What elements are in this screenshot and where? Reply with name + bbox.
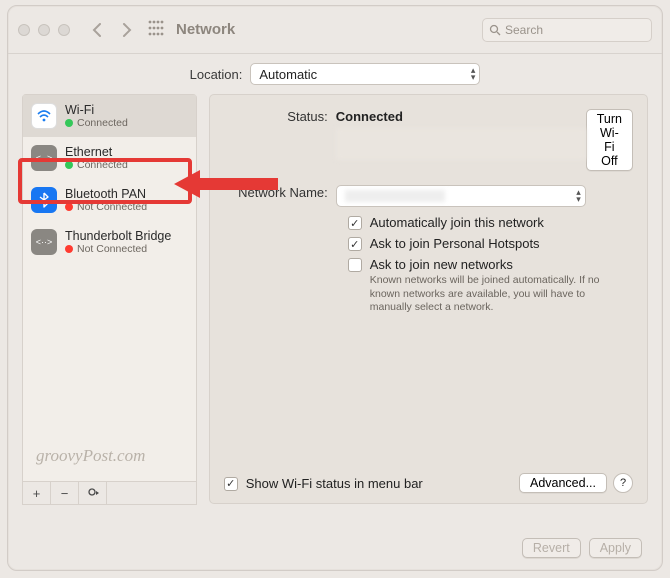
window-title: Network xyxy=(176,21,235,38)
preferences-window: Network Search Location: Automatic ▴▾ Wi… xyxy=(7,5,663,571)
search-icon xyxy=(489,24,501,36)
sidebar-item-thunderbolt-bridge[interactable]: <··> Thunderbolt Bridge Not Connected xyxy=(23,221,196,263)
content-pane: Status: Connected Turn Wi-Fi Off Network… xyxy=(209,94,648,504)
close-window-button[interactable] xyxy=(18,24,30,36)
advanced-button[interactable]: Advanced... xyxy=(519,473,607,493)
status-label: Status: xyxy=(224,109,336,124)
interface-sidebar: Wi-Fi Connected <··> Ethernet Connected xyxy=(22,94,197,482)
sidebar-item-label: Bluetooth PAN xyxy=(65,187,147,201)
minimize-window-button[interactable] xyxy=(38,24,50,36)
chevron-updown-icon: ▴▾ xyxy=(471,67,476,81)
location-row: Location: Automatic ▴▾ xyxy=(8,54,662,94)
sidebar-item-wifi[interactable]: Wi-Fi Connected xyxy=(23,95,196,137)
location-label: Location: xyxy=(190,67,243,82)
forward-button[interactable] xyxy=(114,17,140,43)
location-value: Automatic xyxy=(259,67,317,82)
watermark: groovyPost.com xyxy=(36,446,145,466)
chevron-updown-icon: ▴▾ xyxy=(576,189,581,203)
network-name-label: Network Name: xyxy=(224,185,336,200)
svg-text:<··>: <··> xyxy=(36,153,52,163)
show-all-icon[interactable] xyxy=(148,20,164,39)
interface-actions-menu[interactable] xyxy=(79,482,107,504)
sidebar-item-label: Ethernet xyxy=(65,145,128,159)
checkbox-auto-join[interactable] xyxy=(348,216,362,230)
checkbox-ask-hotspots[interactable] xyxy=(348,237,362,251)
sidebar-item-label: Thunderbolt Bridge xyxy=(65,229,171,243)
location-select[interactable]: Automatic ▴▾ xyxy=(250,63,480,85)
turn-wifi-off-button[interactable]: Turn Wi-Fi Off xyxy=(586,109,633,171)
help-button[interactable]: ? xyxy=(613,473,633,493)
status-value: Connected xyxy=(336,109,403,124)
ethernet-icon: <··> xyxy=(31,145,57,171)
status-dot xyxy=(65,245,73,253)
sidebar-item-ethernet[interactable]: <··> Ethernet Connected xyxy=(23,137,196,179)
sidebar-item-bluetooth-pan[interactable]: Bluetooth PAN Not Connected xyxy=(23,179,196,221)
svg-text:<··>: <··> xyxy=(36,237,52,247)
wifi-icon xyxy=(31,103,57,129)
status-dot xyxy=(65,203,73,211)
checkbox-show-menubar[interactable] xyxy=(224,477,238,491)
ask-new-help-text: Known networks will be joined automatica… xyxy=(370,274,630,315)
ask-hotspots-checkbox-row[interactable]: Ask to join Personal Hotspots xyxy=(348,236,633,251)
status-dot xyxy=(65,119,73,127)
network-name-redacted xyxy=(345,190,445,202)
search-placeholder: Search xyxy=(505,23,543,37)
checkbox-ask-new[interactable] xyxy=(348,258,362,272)
show-menubar-label: Show Wi-Fi status in menu bar xyxy=(246,476,519,491)
add-interface-button[interactable]: + xyxy=(23,482,51,504)
titlebar: Network Search xyxy=(8,6,662,54)
sidebar-item-label: Wi-Fi xyxy=(65,103,128,117)
sidebar-toolbar: + − xyxy=(22,481,197,505)
remove-interface-button[interactable]: − xyxy=(51,482,79,504)
zoom-window-button[interactable] xyxy=(58,24,70,36)
bluetooth-icon xyxy=(31,187,57,213)
status-dot xyxy=(65,161,73,169)
ask-new-checkbox-row[interactable]: Ask to join new networks Known networks … xyxy=(348,257,633,315)
status-detail-redacted xyxy=(336,128,586,160)
apply-button[interactable]: Apply xyxy=(589,538,642,558)
auto-join-checkbox-row[interactable]: Automatically join this network xyxy=(348,215,633,230)
thunderbolt-icon: <··> xyxy=(31,229,57,255)
back-button[interactable] xyxy=(84,17,110,43)
traffic-lights xyxy=(18,24,70,36)
auto-join-label: Automatically join this network xyxy=(370,215,544,230)
revert-button[interactable]: Revert xyxy=(522,538,581,558)
search-field[interactable]: Search xyxy=(482,18,652,42)
footer-buttons: Revert Apply xyxy=(522,538,642,558)
ask-hotspots-label: Ask to join Personal Hotspots xyxy=(370,236,540,251)
ask-new-label: Ask to join new networks xyxy=(370,257,630,272)
network-name-select[interactable]: ▴▾ xyxy=(336,185,586,207)
